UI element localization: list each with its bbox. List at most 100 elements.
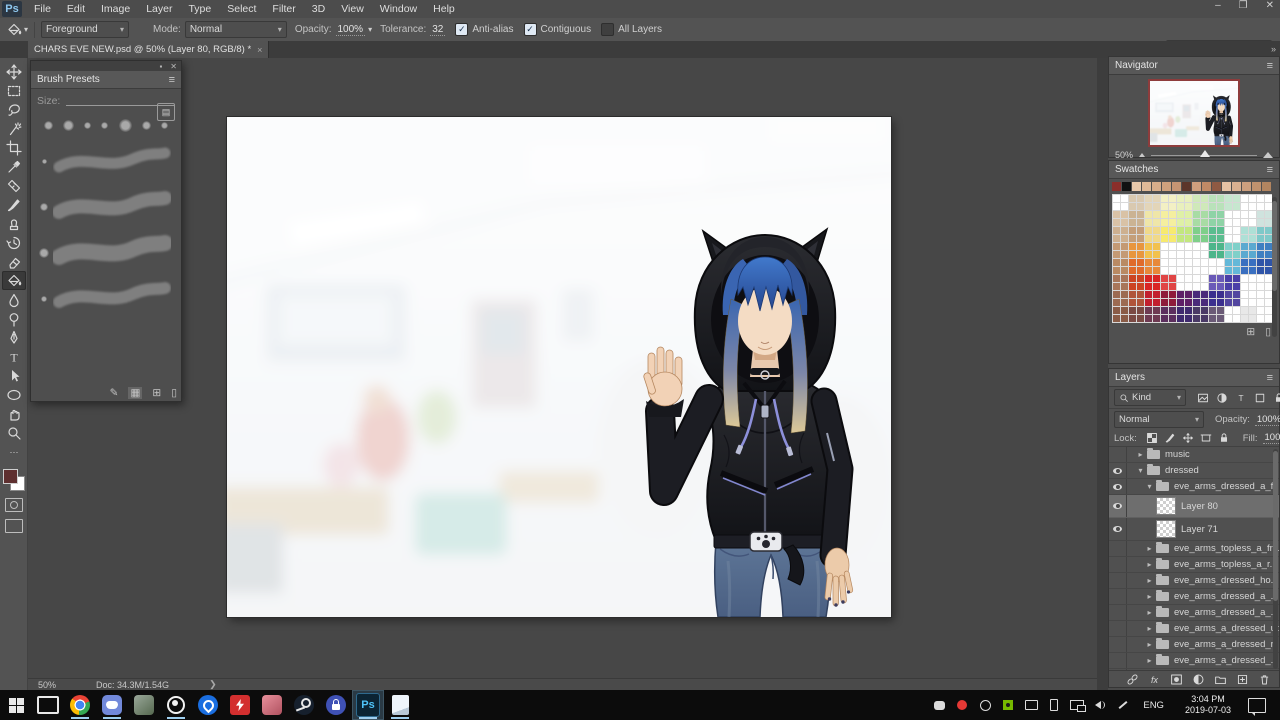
color-swatch[interactable] <box>1193 275 1200 282</box>
color-swatch[interactable] <box>1193 291 1200 298</box>
color-swatch[interactable] <box>1233 307 1240 314</box>
color-swatch[interactable] <box>1209 315 1216 322</box>
color-swatch[interactable] <box>1249 307 1256 314</box>
stroke-view-icon[interactable]: ✎ <box>110 387 119 399</box>
quick-mask-button[interactable] <box>5 498 23 512</box>
color-swatch[interactable] <box>1209 243 1216 250</box>
color-swatch[interactable] <box>1257 259 1264 266</box>
menu-window[interactable]: Window <box>372 0 425 18</box>
color-swatch[interactable] <box>1113 307 1120 314</box>
color-swatch[interactable] <box>1257 307 1264 314</box>
color-swatch[interactable] <box>1233 203 1240 210</box>
zoom-tool[interactable] <box>2 423 26 442</box>
color-swatch[interactable] <box>1129 267 1136 274</box>
color-swatch[interactable] <box>1137 275 1144 282</box>
visibility-toggle[interactable] <box>1109 637 1127 652</box>
color-swatch[interactable] <box>1217 283 1224 290</box>
color-swatches-widget[interactable] <box>3 467 25 491</box>
checkbox-icon[interactable]: ✓ <box>524 23 537 36</box>
color-swatch[interactable] <box>1185 251 1192 258</box>
brush-tip-preview[interactable] <box>119 119 132 132</box>
color-swatch[interactable] <box>1161 259 1168 266</box>
color-swatch[interactable] <box>1249 219 1256 226</box>
color-swatch[interactable] <box>1152 182 1161 191</box>
hand-tool[interactable] <box>2 404 26 423</box>
paint-bucket-tool[interactable] <box>2 271 26 290</box>
color-swatch[interactable] <box>1145 243 1152 250</box>
color-swatch[interactable] <box>1201 299 1208 306</box>
color-swatch[interactable] <box>1185 219 1192 226</box>
color-swatch[interactable] <box>1249 235 1256 242</box>
color-swatch[interactable] <box>1113 299 1120 306</box>
filter-smart-objects-icon[interactable] <box>1273 392 1280 404</box>
color-swatch[interactable] <box>1129 203 1136 210</box>
new-group-icon[interactable] <box>1214 673 1227 686</box>
color-swatch[interactable] <box>1217 307 1224 314</box>
eraser-tool[interactable] <box>2 252 26 271</box>
color-swatch[interactable] <box>1169 283 1176 290</box>
swatch-grid[interactable] <box>1112 194 1272 323</box>
color-swatch[interactable] <box>1121 227 1128 234</box>
color-swatch[interactable] <box>1153 299 1160 306</box>
menu-edit[interactable]: Edit <box>59 0 93 18</box>
brush-preset-row[interactable] <box>31 276 181 322</box>
visibility-toggle[interactable] <box>1109 573 1127 588</box>
color-swatch[interactable] <box>1121 251 1128 258</box>
color-swatch[interactable] <box>1161 195 1168 202</box>
color-swatch[interactable] <box>1145 299 1152 306</box>
color-swatch[interactable] <box>1257 219 1264 226</box>
menu-view[interactable]: View <box>333 0 372 18</box>
panel-menu-icon[interactable]: ≡ <box>169 74 175 86</box>
color-swatch[interactable] <box>1153 291 1160 298</box>
color-swatch[interactable] <box>1169 203 1176 210</box>
color-swatch[interactable] <box>1193 307 1200 314</box>
color-swatch[interactable] <box>1113 211 1120 218</box>
color-swatch[interactable] <box>1169 267 1176 274</box>
taskbar-photoshop[interactable]: Ps <box>352 690 384 720</box>
color-swatch[interactable] <box>1137 267 1144 274</box>
color-swatch[interactable] <box>1169 291 1176 298</box>
brush-preset-row[interactable] <box>31 138 181 184</box>
color-swatch[interactable] <box>1257 195 1264 202</box>
zoom-in-icon[interactable] <box>1263 152 1273 158</box>
color-swatch[interactable] <box>1185 203 1192 210</box>
color-swatch[interactable] <box>1209 291 1216 298</box>
color-swatch[interactable] <box>1153 307 1160 314</box>
color-swatch[interactable] <box>1161 267 1168 274</box>
color-swatch[interactable] <box>1122 182 1131 191</box>
color-swatch[interactable] <box>1185 291 1192 298</box>
color-swatch[interactable] <box>1129 299 1136 306</box>
color-swatch[interactable] <box>1249 259 1256 266</box>
layer-name[interactable]: Layer 80 <box>1181 501 1218 512</box>
color-swatch[interactable] <box>1257 243 1264 250</box>
grid-view-icon[interactable]: ▦ <box>128 387 142 399</box>
layer-name[interactable]: dressed <box>1165 465 1199 476</box>
color-swatch[interactable] <box>1209 195 1216 202</box>
brush-tip-preview[interactable] <box>101 122 108 129</box>
color-swatch[interactable] <box>1249 299 1256 306</box>
visibility-toggle[interactable] <box>1109 669 1127 670</box>
color-swatch[interactable] <box>1185 299 1192 306</box>
color-swatch[interactable] <box>1217 267 1224 274</box>
delete-layer-icon[interactable] <box>1258 673 1271 686</box>
layer-fill-value[interactable]: 100% <box>1263 432 1280 444</box>
color-swatch[interactable] <box>1113 291 1120 298</box>
color-swatch[interactable] <box>1137 243 1144 250</box>
menu-select[interactable]: Select <box>219 0 264 18</box>
color-swatch[interactable] <box>1137 211 1144 218</box>
color-swatch[interactable] <box>1233 227 1240 234</box>
visibility-toggle[interactable] <box>1109 463 1127 478</box>
color-swatch[interactable] <box>1113 259 1120 266</box>
color-swatch[interactable] <box>1262 182 1271 191</box>
color-swatch[interactable] <box>1137 251 1144 258</box>
eyedropper-tool[interactable] <box>2 157 26 176</box>
color-swatch[interactable] <box>1113 195 1120 202</box>
color-swatch[interactable] <box>1241 203 1248 210</box>
color-swatch[interactable] <box>1241 211 1248 218</box>
menu-type[interactable]: Type <box>180 0 219 18</box>
color-swatch[interactable] <box>1233 251 1240 258</box>
taskbar-obs[interactable] <box>160 690 192 720</box>
color-swatch[interactable] <box>1233 195 1240 202</box>
color-swatch[interactable] <box>1161 291 1168 298</box>
expand-group-icon[interactable]: ▸ <box>1145 608 1154 617</box>
